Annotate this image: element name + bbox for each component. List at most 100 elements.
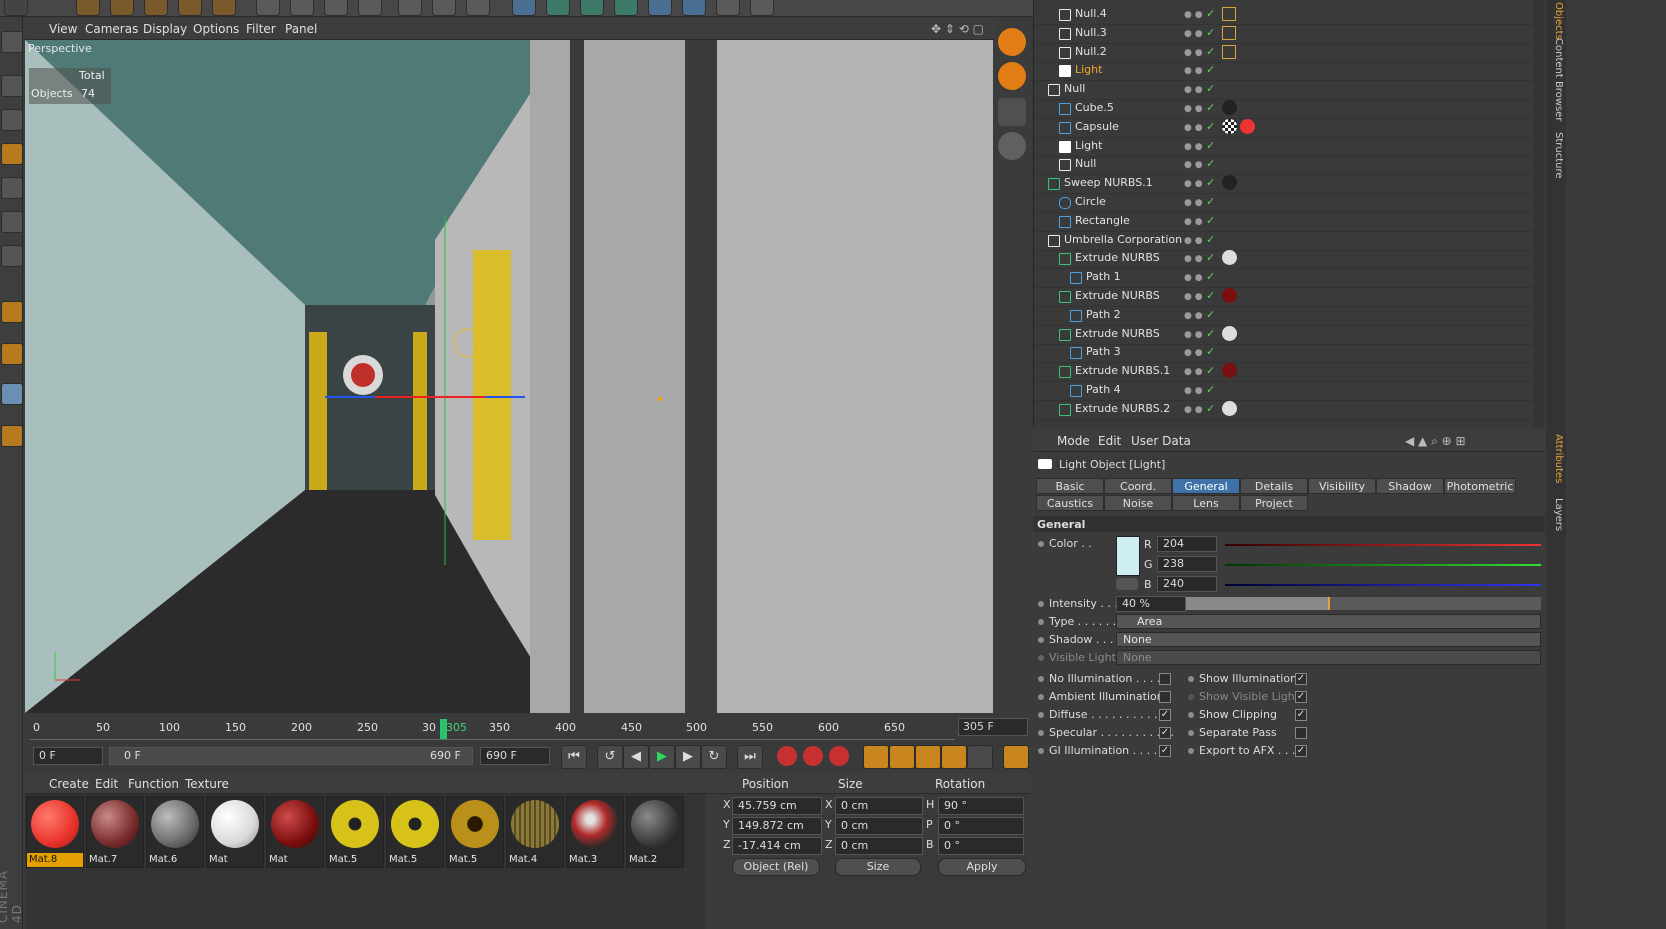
checkbox[interactable]: ✓ — [1159, 709, 1171, 721]
material-swatch[interactable]: Mat.5 — [326, 796, 384, 868]
next-frame-icon[interactable]: ▶ — [675, 745, 701, 769]
points-mode-icon[interactable] — [1, 177, 23, 199]
checkbox[interactable]: ✓ — [1295, 745, 1307, 757]
display-tag-icon[interactable] — [1222, 44, 1236, 59]
visibility-dots[interactable]: ● ● — [1184, 330, 1203, 340]
color-picker-expand-icon[interactable] — [1116, 578, 1138, 590]
enabled-check-icon[interactable]: ✓ — [1206, 157, 1215, 170]
visibility-dots[interactable]: ● ● — [1184, 236, 1203, 246]
enabled-check-icon[interactable]: ✓ — [1206, 270, 1215, 283]
menu-mode[interactable]: Mode — [1057, 434, 1090, 448]
s-plugin-icon-2[interactable] — [998, 62, 1026, 90]
light-icon[interactable] — [750, 0, 774, 16]
visibility-dots[interactable]: ● ● — [1184, 348, 1203, 358]
size-mode-select[interactable]: Size — [835, 858, 921, 876]
material-tag-icon[interactable] — [1222, 400, 1237, 416]
scale-tool-icon[interactable] — [144, 0, 168, 16]
material-swatch[interactable]: Mat.7 — [86, 796, 144, 868]
z-axis-lock-icon[interactable] — [324, 0, 348, 16]
display-tag-icon[interactable] — [1222, 7, 1236, 21]
object-row[interactable]: Path 4 ● ● ✓ — [1034, 381, 1534, 401]
object-row[interactable]: Cube.5 ● ● ✓ — [1034, 99, 1534, 119]
checkbox[interactable]: ✓ — [1159, 745, 1171, 757]
play-icon[interactable]: ▶ — [649, 745, 675, 769]
visibility-dots[interactable]: ● ● — [1184, 66, 1203, 76]
end-frame-field[interactable]: 690 F — [480, 747, 550, 765]
display-tag-icon[interactable] — [1222, 25, 1236, 40]
attribute-nav-icons[interactable]: ◀ ▲ ⌕ ⊕ ⊞ — [1405, 434, 1466, 449]
nurbs-icon[interactable] — [580, 0, 604, 16]
material-swatch[interactable]: Mat.8 — [26, 796, 84, 868]
render-settings-icon[interactable] — [466, 0, 490, 16]
side-tab-layers[interactable]: Layers — [1548, 498, 1564, 531]
side-tab-content-browser[interactable]: Content Browser — [1548, 38, 1564, 121]
material-tag-icon[interactable] — [1222, 288, 1237, 303]
coordinate-mode-select[interactable]: Object (Rel) — [732, 858, 820, 876]
material-swatch[interactable]: Mat.5 — [386, 796, 444, 868]
snap-icon[interactable] — [1, 343, 23, 365]
checkbox[interactable]: ✓ — [1159, 727, 1171, 739]
enabled-check-icon[interactable]: ✓ — [1206, 214, 1215, 227]
rot-h-field[interactable]: 90 ° — [938, 797, 1024, 815]
material-tag-icon[interactable] — [1222, 175, 1237, 191]
animation-dot[interactable] — [1038, 676, 1044, 682]
material-swatch[interactable]: Mat.2 — [626, 796, 684, 868]
menu-function[interactable]: Function — [128, 777, 179, 791]
material-tag-icon[interactable] — [1222, 250, 1237, 266]
object-row[interactable]: Capsule ● ● ✓ — [1034, 118, 1534, 138]
keyframe-selection-icon[interactable] — [829, 746, 849, 766]
side-tab-attributes[interactable]: Attributes — [1548, 434, 1564, 483]
enabled-check-icon[interactable]: ✓ — [1206, 195, 1215, 208]
visibility-dots[interactable]: ● ● — [1184, 386, 1203, 396]
visibility-dots[interactable]: ● ● — [1184, 10, 1203, 20]
animation-dot[interactable] — [1188, 748, 1194, 754]
visibility-dots[interactable]: ● ● — [1184, 367, 1203, 377]
object-row[interactable]: Path 1 ● ● ✓ — [1034, 268, 1534, 289]
checkbox[interactable]: ✓ — [1295, 691, 1307, 703]
object-row[interactable]: Light ● ● ✓ — [1034, 137, 1534, 157]
render-view-icon[interactable] — [398, 0, 422, 16]
size-y-field[interactable]: 0 cm — [835, 817, 923, 835]
live-selection-icon[interactable] — [76, 0, 100, 16]
material-swatch[interactable]: Mat.5 — [446, 796, 504, 868]
camera-icon[interactable] — [716, 0, 740, 16]
previous-key-icon[interactable]: ↺ — [597, 745, 623, 769]
rotate-tool-icon[interactable] — [178, 0, 202, 16]
deformer-icon[interactable] — [648, 0, 672, 16]
type-dropdown[interactable]: Area — [1116, 614, 1541, 629]
viewport-navigation-icons[interactable]: ✥ ⇕ ⟲ ▢ — [931, 22, 984, 36]
texture-mode-icon[interactable] — [1, 109, 23, 131]
workplane-icon[interactable] — [1, 143, 23, 165]
go-to-start-icon[interactable]: ⏮ — [561, 745, 587, 769]
animation-dot[interactable] — [1038, 601, 1044, 607]
parameter-key-icon[interactable] — [941, 745, 967, 769]
x-axis-lock-icon[interactable] — [256, 0, 280, 16]
enabled-check-icon[interactable]: ✓ — [1206, 139, 1215, 152]
cube-primitive-icon[interactable] — [512, 0, 536, 16]
checkbox[interactable] — [1159, 691, 1171, 703]
animation-dot[interactable] — [1188, 730, 1194, 736]
enabled-check-icon[interactable]: ✓ — [1206, 176, 1215, 189]
timeline-window-icon[interactable] — [1003, 745, 1029, 769]
start-frame-field[interactable]: 0 F — [33, 747, 103, 765]
coordinate-system-icon[interactable] — [358, 0, 382, 16]
visible-light-dropdown[interactable]: None — [1116, 650, 1541, 665]
menu-cameras[interactable]: Cameras — [85, 22, 138, 36]
material-tag-icon[interactable] — [1222, 100, 1237, 115]
menu-panel[interactable]: Panel — [285, 22, 317, 36]
tab-general[interactable]: General — [1172, 478, 1240, 494]
material-tag-icon[interactable] — [1222, 118, 1237, 134]
enabled-check-icon[interactable]: ✓ — [1206, 327, 1215, 340]
tab-project[interactable]: Project — [1240, 495, 1308, 511]
menu-edit[interactable]: Edit — [1098, 434, 1121, 448]
visibility-dots[interactable]: ● ● — [1184, 198, 1203, 208]
object-row[interactable]: Path 3 ● ● ✓ — [1034, 343, 1534, 364]
polygons-mode-icon[interactable] — [1, 245, 23, 267]
material-tag-icon[interactable] — [1222, 363, 1237, 379]
visibility-dots[interactable]: ● ● — [1184, 217, 1203, 227]
end-frame-display[interactable]: 305 F — [958, 718, 1028, 736]
object-manager-scrollbar[interactable] — [1534, 0, 1544, 427]
scale-key-icon[interactable] — [889, 745, 915, 769]
enabled-check-icon[interactable]: ✓ — [1206, 345, 1215, 358]
object-row[interactable]: Path 2 ● ● ✓ — [1034, 306, 1534, 326]
